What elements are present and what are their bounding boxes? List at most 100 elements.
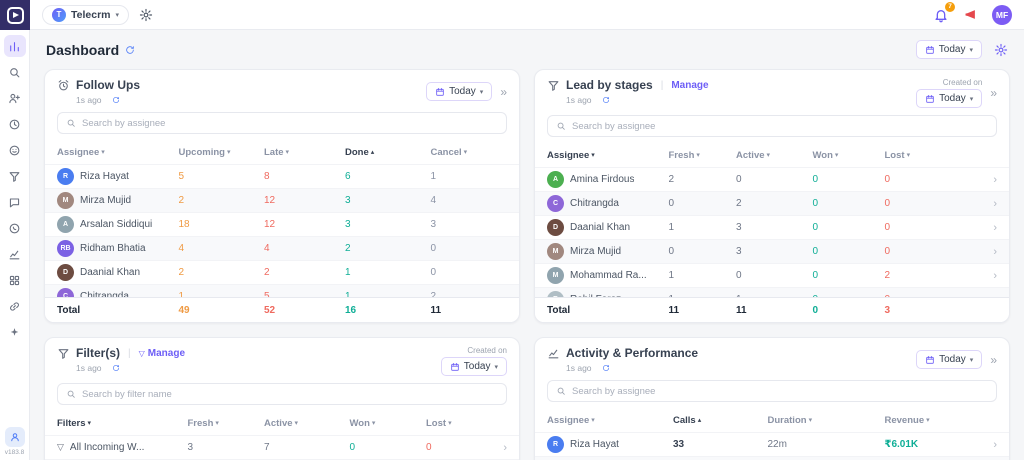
- column-header-cancel[interactable]: Cancel▾: [431, 147, 508, 158]
- row-chevron-icon[interactable]: ›: [970, 439, 997, 451]
- column-header-lost[interactable]: Lost▾: [426, 418, 480, 429]
- table-row[interactable]: RBRidham Bhatia4420: [45, 236, 519, 260]
- avatar: RB: [57, 240, 74, 257]
- announcements-icon[interactable]: [963, 7, 978, 22]
- column-header-fresh[interactable]: Fresh▾: [188, 418, 265, 429]
- won-value: 0: [813, 246, 885, 257]
- workspace-logo-icon: T: [52, 8, 66, 22]
- column-header-assignee[interactable]: Assignee▾: [547, 150, 669, 161]
- column-header-assignee[interactable]: Assignee▾: [547, 415, 673, 426]
- column-header-assignee[interactable]: Assignee▾: [57, 147, 179, 158]
- cancel-total: 11: [431, 305, 508, 316]
- table-row[interactable]: MMirza Mujid0300›: [535, 239, 1009, 263]
- column-header-filters[interactable]: Filters▾: [57, 418, 188, 429]
- active-value: 3: [736, 222, 813, 233]
- manage-link[interactable]: Manage: [671, 80, 708, 91]
- table-row[interactable]: MMohammad Ra...1002›: [535, 263, 1009, 287]
- notifications-bell-icon[interactable]: 7: [933, 7, 949, 23]
- fresh-value: 0: [669, 198, 737, 209]
- cancel-value: 3: [431, 219, 508, 230]
- late-value: 2: [264, 267, 345, 278]
- followups-today-dropdown[interactable]: Today ▾: [426, 82, 492, 101]
- filters-search-input[interactable]: [82, 389, 498, 400]
- sidebar-item-pipeline[interactable]: [4, 165, 26, 187]
- done-value: 2: [345, 243, 431, 254]
- row-chevron-icon[interactable]: ›: [952, 246, 997, 258]
- calls-value: 33: [673, 439, 768, 450]
- column-header-active[interactable]: Active▾: [264, 418, 350, 429]
- fresh-total: 11: [669, 305, 737, 316]
- followups-search-input[interactable]: [82, 118, 498, 129]
- column-header-calls[interactable]: Calls▴: [673, 415, 768, 426]
- column-header-active[interactable]: Active▾: [736, 150, 813, 161]
- sidebar-item-reports[interactable]: [4, 243, 26, 265]
- sidebar-item-ai[interactable]: [4, 321, 26, 343]
- sidebar-item-search[interactable]: [4, 61, 26, 83]
- column-header-revenue[interactable]: Revenue▾: [885, 415, 971, 426]
- sidebar-item-history[interactable]: [4, 113, 26, 135]
- table-row[interactable]: MMirza Mujid3156m₹4.25K›: [535, 456, 1009, 460]
- sidebar-item-add-lead[interactable]: [4, 87, 26, 109]
- column-header-upcoming[interactable]: Upcoming▾: [179, 147, 265, 158]
- table-row[interactable]: DDaanial Khan1300›: [535, 215, 1009, 239]
- upcoming-value: 18: [179, 219, 265, 230]
- table-row[interactable]: AAmina Firdous2000›: [535, 167, 1009, 191]
- row-chevron-icon[interactable]: ›: [952, 198, 997, 210]
- column-header-fresh[interactable]: Fresh▾: [669, 150, 737, 161]
- settings-gear-icon[interactable]: [139, 8, 153, 22]
- page-refresh-icon[interactable]: [125, 45, 135, 55]
- user-avatar[interactable]: MF: [992, 5, 1012, 25]
- table-row[interactable]: DDaanial Khan2210: [45, 260, 519, 284]
- row-chevron-icon[interactable]: ›: [952, 222, 997, 234]
- late-value: 8: [264, 171, 345, 182]
- column-header-done[interactable]: Done▴: [345, 147, 431, 158]
- expand-icon[interactable]: »: [990, 86, 997, 100]
- column-header-late[interactable]: Late▾: [264, 147, 345, 158]
- table-row[interactable]: RRiza Hayat3322m₹6.01K›: [535, 432, 1009, 456]
- sidebar-item-chats[interactable]: [4, 191, 26, 213]
- sidebar-item-dashboard[interactable]: [4, 35, 26, 57]
- chevron-down-icon: ▾: [116, 11, 120, 19]
- app-logo[interactable]: [0, 0, 30, 30]
- filters-today-dropdown[interactable]: Today ▾: [441, 357, 507, 376]
- activity-today-dropdown[interactable]: Today ▾: [916, 350, 982, 369]
- page-today-dropdown[interactable]: Today ▾: [916, 40, 982, 59]
- sidebar-item-engagement[interactable]: [4, 139, 26, 161]
- table-row[interactable]: MMirza Mujid21234: [45, 188, 519, 212]
- profile-icon[interactable]: [5, 427, 25, 447]
- lead-search-input[interactable]: [572, 121, 988, 132]
- active-total: 11: [736, 305, 813, 316]
- refresh-icon[interactable]: [112, 96, 120, 104]
- manage-link[interactable]: ▽Manage: [139, 348, 185, 359]
- refresh-icon[interactable]: [602, 364, 610, 372]
- sidebar-item-whatsapp[interactable]: [4, 217, 26, 239]
- expand-icon[interactable]: »: [500, 85, 507, 99]
- activity-search: [547, 380, 997, 402]
- lead-today-dropdown[interactable]: Today ▾: [916, 89, 982, 108]
- activity-search-input[interactable]: [572, 386, 988, 397]
- table-row[interactable]: RRiza Hayat5861: [45, 164, 519, 188]
- row-chevron-icon[interactable]: ›: [952, 174, 997, 186]
- refresh-icon[interactable]: [602, 96, 610, 104]
- upcoming-value: 4: [179, 243, 265, 254]
- funnel-icon: ▽: [139, 349, 145, 358]
- refresh-icon[interactable]: [112, 364, 120, 372]
- chevron-down-icon: ▾: [969, 46, 973, 54]
- expand-icon[interactable]: »: [990, 353, 997, 367]
- table-row[interactable]: CChitrangda0200›: [535, 191, 1009, 215]
- dashboard-settings-icon[interactable]: [994, 43, 1008, 57]
- column-header-duration[interactable]: Duration▾: [768, 415, 885, 426]
- column-header-lost[interactable]: Lost▾: [885, 150, 953, 161]
- column-header-won[interactable]: Won▾: [350, 418, 427, 429]
- row-chevron-icon[interactable]: ›: [952, 270, 997, 282]
- row-chevron-icon[interactable]: ›: [480, 442, 507, 454]
- table-row[interactable]: AArsalan Siddiqui181233: [45, 212, 519, 236]
- active-value: 3: [736, 246, 813, 257]
- column-header-won[interactable]: Won▾: [813, 150, 885, 161]
- table-row[interactable]: ▽All Incoming W...3700›: [45, 435, 519, 459]
- funnel-icon: ▽: [57, 442, 64, 453]
- workspace-switcher[interactable]: T Telecrm ▾: [42, 5, 129, 25]
- sidebar-item-apps[interactable]: [4, 269, 26, 291]
- assignee-name: Mirza Mujid: [80, 195, 131, 206]
- sidebar-item-integrations[interactable]: [4, 295, 26, 317]
